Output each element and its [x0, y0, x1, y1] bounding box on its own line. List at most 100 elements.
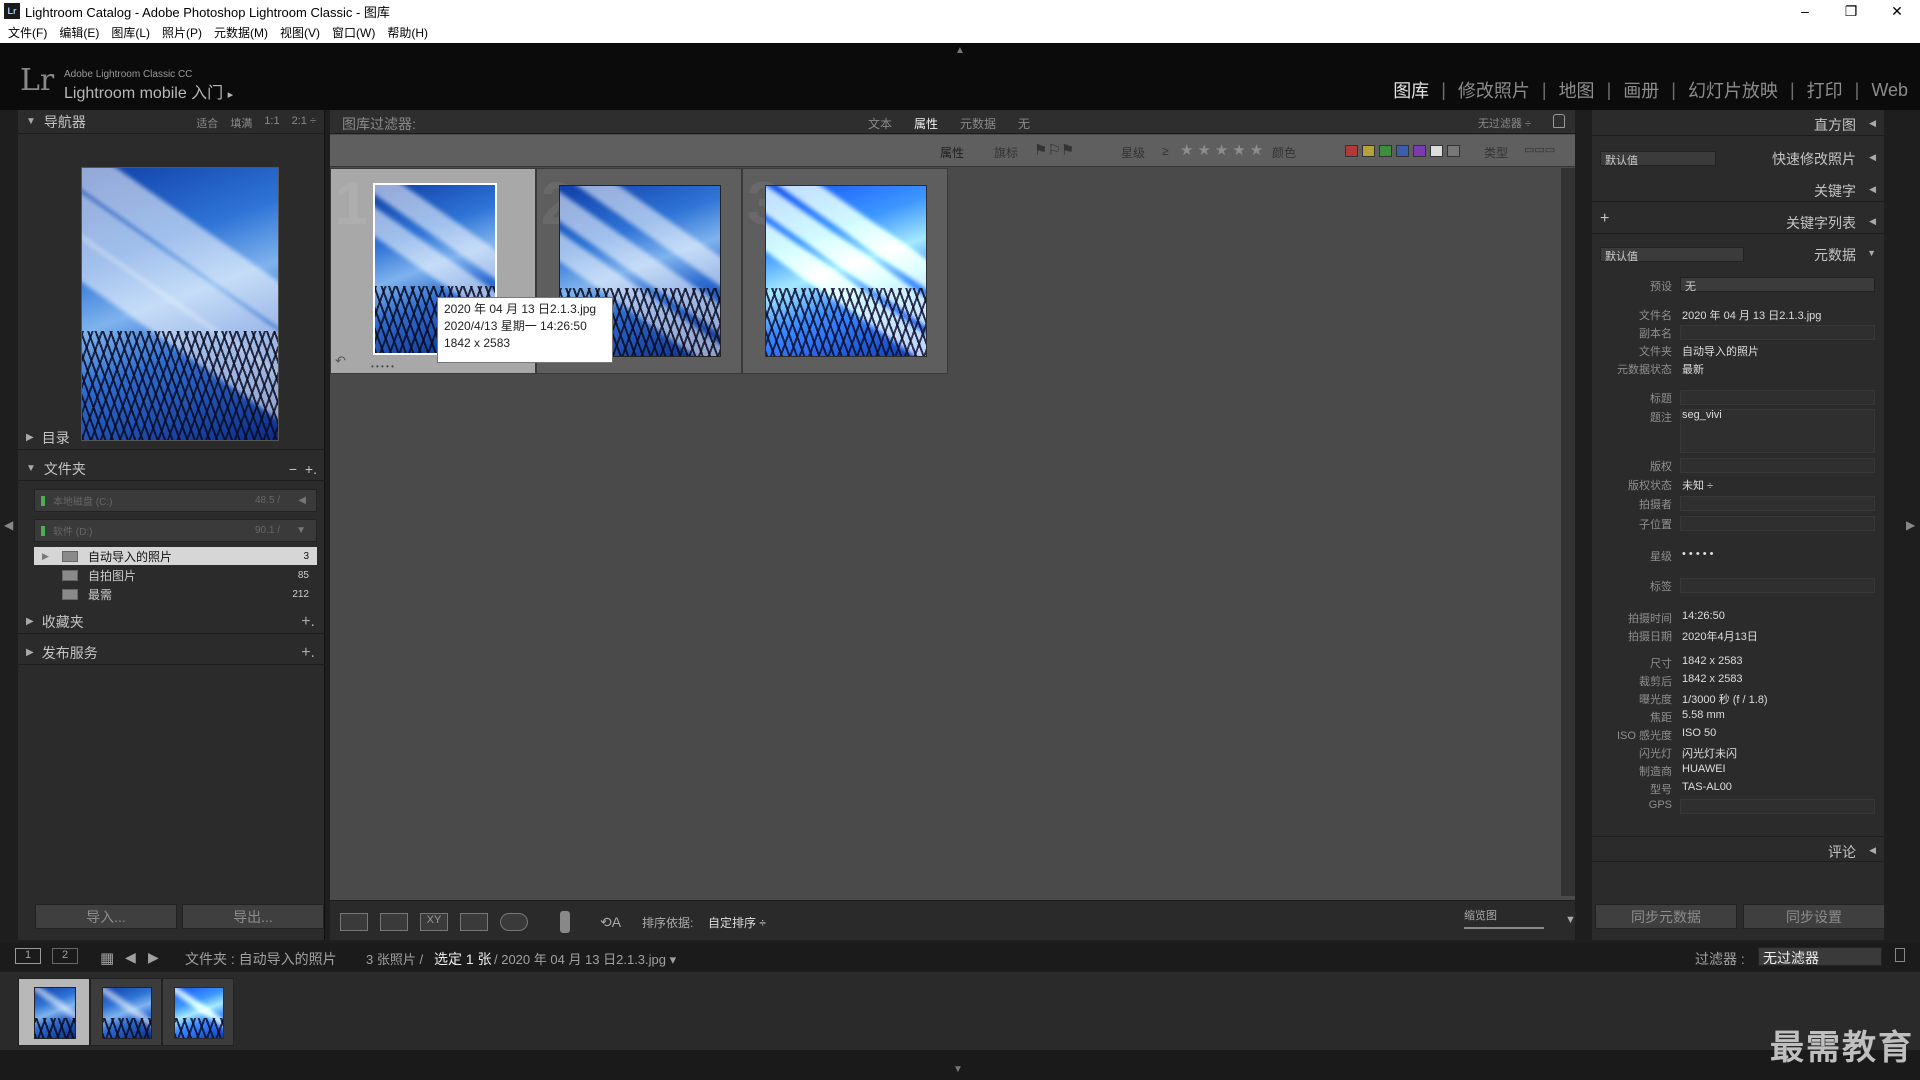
sort-direction-icon[interactable]: ⟲A	[600, 914, 621, 931]
top-panel-toggle-icon[interactable]: ▲	[955, 45, 965, 56]
flag-filter-icons[interactable]: ⚑⚐⚑	[1034, 141, 1074, 159]
nav-fit[interactable]: 适合	[196, 115, 218, 131]
selected-filename[interactable]: / 2020 年 04 月 13 日2.1.3.jpg ▾	[494, 949, 676, 968]
folder-item-zuixu[interactable]: 最需 212	[34, 585, 317, 603]
maximize-button[interactable]: ❐	[1828, 0, 1874, 22]
module-develop[interactable]: 修改照片	[1458, 77, 1530, 103]
nav-1to1[interactable]: 1:1	[264, 115, 279, 131]
filmstrip-cell-2[interactable]	[90, 978, 162, 1046]
menu-edit[interactable]: 编辑(E)	[59, 24, 99, 41]
meta-title-field[interactable]	[1680, 390, 1875, 405]
cell-rating-dots[interactable]: • • • • •	[371, 362, 394, 371]
main-window-button[interactable]: 1	[15, 948, 41, 964]
menu-metadata[interactable]: 元数据(M)	[214, 24, 268, 41]
grid-view-icon[interactable]	[340, 913, 368, 931]
export-button[interactable]: 导出...	[182, 904, 324, 929]
add-publish-button[interactable]: +.	[301, 644, 315, 662]
menu-view[interactable]: 视图(V)	[280, 24, 320, 41]
nav-2to1[interactable]: 2:1 ÷	[292, 115, 316, 131]
keyword-list-header[interactable]: 关键字列表 ◀ +	[1592, 208, 1884, 234]
color-swatch-red[interactable]	[1345, 145, 1358, 157]
meta-copy-name[interactable]	[1680, 325, 1875, 340]
folder-item-selfies[interactable]: 自拍图片 85	[34, 566, 317, 584]
meta-rating[interactable]: • • • • •	[1682, 548, 1713, 560]
navigator-preview[interactable]	[81, 167, 279, 441]
module-book[interactable]: 画册	[1623, 77, 1659, 103]
loupe-view-icon[interactable]	[380, 913, 408, 931]
folders-header[interactable]: ▼ 文件夹 − +.	[18, 457, 325, 481]
color-swatch-custom[interactable]	[1430, 145, 1443, 157]
remove-folder-button[interactable]: −	[289, 461, 297, 477]
filter-tab-none[interactable]: 无	[1018, 115, 1030, 132]
meta-label-field[interactable]	[1680, 578, 1875, 593]
menu-window[interactable]: 窗口(W)	[332, 24, 375, 41]
meta-copyright-field[interactable]	[1680, 458, 1875, 473]
add-keyword-button[interactable]: +	[1600, 210, 1609, 228]
filmstrip-source[interactable]: 文件夹 : 自动导入的照片	[185, 949, 337, 969]
sync-metadata-button[interactable]: 同步元数据	[1595, 904, 1737, 929]
grid-scrollbar[interactable]	[1561, 168, 1575, 896]
color-swatch-blue[interactable]	[1396, 145, 1409, 157]
menu-photo[interactable]: 照片(P)	[162, 24, 202, 41]
secondary-window-button[interactable]: 2	[52, 948, 78, 964]
add-folder-button[interactable]: +.	[305, 461, 317, 477]
color-swatch-none[interactable]	[1447, 145, 1460, 157]
module-map[interactable]: 地图	[1559, 77, 1595, 103]
filmstrip-thumbnail[interactable]	[174, 987, 224, 1039]
histogram-header[interactable]: 直方图 ◀	[1592, 110, 1884, 136]
close-button[interactable]: ✕	[1874, 0, 1920, 22]
add-collection-button[interactable]: +.	[301, 613, 315, 631]
painter-icon[interactable]	[560, 911, 570, 933]
meta-gps-field[interactable]	[1680, 799, 1875, 814]
module-web[interactable]: Web	[1871, 80, 1908, 101]
meta-copyright-status[interactable]: 未知 ÷	[1682, 477, 1713, 493]
rating-stars[interactable]: ★★★★★	[1180, 141, 1267, 159]
catalog-header[interactable]: ▶ 目录	[18, 426, 325, 450]
volume-c[interactable]: 本地磁盘 (C:) 48.5 / ◀	[34, 489, 317, 512]
rotate-left-icon[interactable]: ↶	[335, 353, 346, 369]
photo-thumbnail[interactable]	[765, 185, 927, 357]
filter-tab-metadata[interactable]: 元数据	[960, 115, 996, 132]
meta-creator-field[interactable]	[1680, 496, 1875, 511]
people-view-icon[interactable]	[500, 913, 528, 931]
meta-folder[interactable]: 自动导入的照片	[1682, 343, 1759, 359]
right-panel-toggle-icon[interactable]: ▶	[1906, 518, 1915, 532]
collections-header[interactable]: ▶ 收藏夹 +.	[18, 610, 325, 634]
thumbnail-size-slider[interactable]	[1464, 927, 1544, 929]
publish-header[interactable]: ▶ 发布服务 +.	[18, 641, 325, 665]
filter-preset-select[interactable]: 无过滤器 ÷	[1478, 115, 1531, 131]
keywording-header[interactable]: 关键字 ◀	[1592, 176, 1884, 202]
forward-arrow-icon[interactable]: ▶	[148, 949, 159, 966]
color-swatch-yellow[interactable]	[1362, 145, 1375, 157]
meta-filename[interactable]: 2020 年 04 月 13 日2.1.3.jpg	[1682, 307, 1821, 323]
filter-lock-icon[interactable]	[1895, 948, 1905, 962]
left-panel-toggle-icon[interactable]: ◀	[4, 518, 13, 532]
filmstrip-thumbnail[interactable]	[102, 987, 152, 1039]
filmstrip-filter-select[interactable]: 无过滤器	[1758, 947, 1882, 966]
menu-file[interactable]: 文件(F)	[8, 24, 47, 41]
quick-develop-header[interactable]: 快速修改照片 ◀	[1592, 144, 1884, 170]
module-library[interactable]: 图库	[1393, 77, 1429, 103]
filmstrip-thumbnail[interactable]	[34, 987, 76, 1039]
nav-fill[interactable]: 填满	[230, 115, 252, 131]
minimize-button[interactable]: –	[1782, 0, 1828, 22]
meta-sublocation-field[interactable]	[1680, 516, 1875, 531]
compare-view-icon[interactable]: XY	[420, 913, 448, 931]
grid-cell-3[interactable]: 3	[742, 168, 948, 374]
module-slideshow[interactable]: 幻灯片放映	[1688, 77, 1778, 103]
toolbar-menu-icon[interactable]: ▼	[1565, 914, 1576, 926]
survey-view-icon[interactable]	[460, 913, 488, 931]
comments-header[interactable]: 评论 ◀	[1592, 836, 1884, 862]
navigator-header[interactable]: ▼ 导航器 适合 填满 1:1 2:1 ÷	[18, 110, 324, 134]
kind-icons[interactable]: ▭▭▭	[1524, 143, 1555, 156]
filmstrip-cell-3[interactable]	[162, 978, 234, 1046]
import-button[interactable]: 导入...	[35, 904, 177, 929]
filter-tab-attribute[interactable]: 属性	[914, 115, 938, 132]
grid-icon[interactable]: ▦	[100, 949, 114, 967]
sync-settings-button[interactable]: 同步设置	[1743, 904, 1885, 929]
metadata-header[interactable]: 元数据 ▼	[1592, 240, 1884, 266]
volume-d[interactable]: 软件 (D:) 90.1 / ▼	[34, 519, 317, 542]
menu-help[interactable]: 帮助(H)	[387, 24, 428, 41]
module-print[interactable]: 打印	[1807, 77, 1843, 103]
folder-item-auto-import[interactable]: ▶ 自动导入的照片 3	[34, 547, 317, 565]
